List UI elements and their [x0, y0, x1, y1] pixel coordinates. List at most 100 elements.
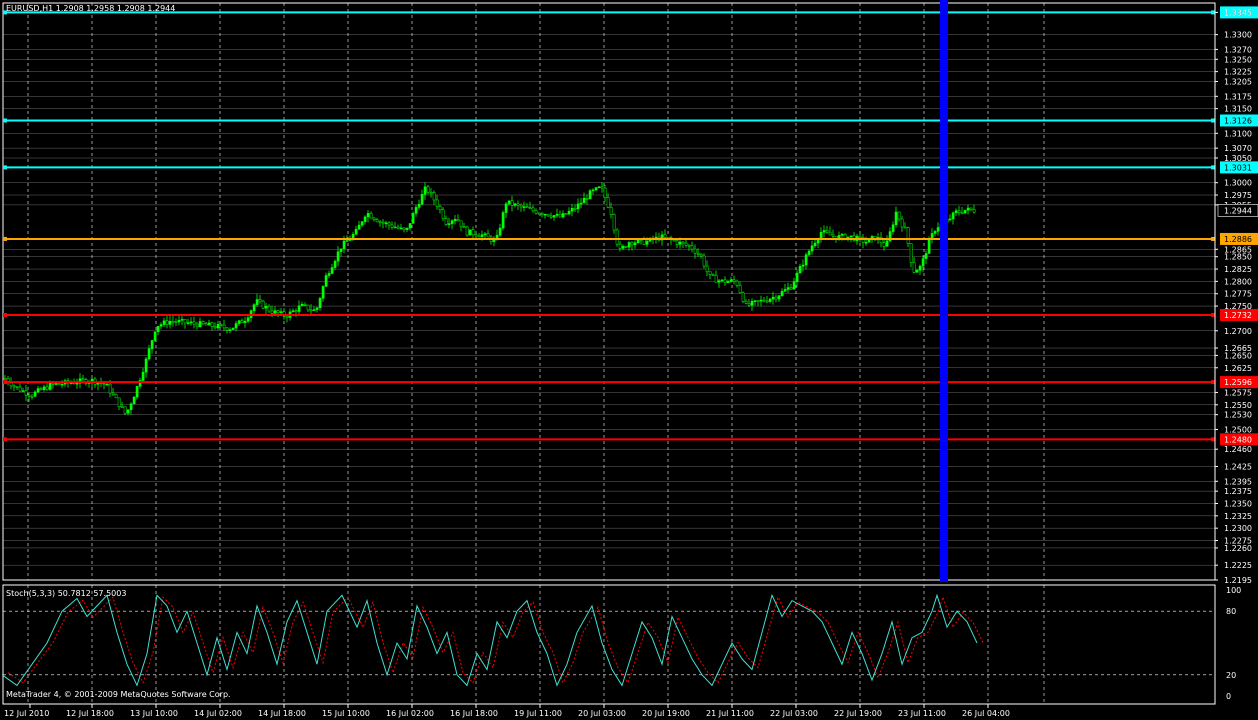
- candle-body: [297, 305, 301, 312]
- candle-body: [522, 206, 526, 208]
- candle-body: [714, 275, 718, 283]
- candle-body: [375, 219, 379, 223]
- candle-body: [3, 378, 7, 380]
- candle-body: [171, 320, 175, 323]
- price-tick-label: 1.2550: [1224, 401, 1252, 410]
- price-tick-label: 1.2800: [1224, 277, 1252, 286]
- candle-body: [588, 190, 592, 200]
- candle-body: [612, 214, 616, 231]
- time-tick-label: 16 Jul 18:00: [450, 709, 498, 718]
- candle-body: [225, 327, 229, 331]
- candle-body: [39, 388, 43, 390]
- candle-body: [132, 396, 136, 405]
- candle-body: [534, 210, 538, 214]
- price-tick-label: 1.2975: [1224, 191, 1252, 200]
- candle-body: [42, 386, 46, 390]
- main-frame: [2, 2, 1216, 581]
- candle-body: [636, 239, 640, 244]
- hline-handle-right: [1211, 312, 1215, 317]
- candle-body: [462, 226, 466, 229]
- candle-body: [810, 245, 814, 252]
- candle-body: [324, 275, 328, 287]
- price-grid: [2, 2, 1216, 581]
- candle-body: [747, 303, 751, 306]
- price-tick-label: 1.2375: [1224, 487, 1252, 496]
- candle-body: [15, 386, 19, 388]
- hline-handle-left: [3, 312, 7, 317]
- candle-body: [81, 378, 85, 380]
- candle-body: [261, 300, 265, 309]
- candle-body: [438, 206, 442, 211]
- candle-body: [426, 186, 430, 193]
- price-tick-label: 1.2260: [1224, 544, 1252, 553]
- candle-body: [672, 239, 676, 242]
- candle-body: [285, 316, 289, 318]
- candle-body: [306, 304, 310, 311]
- candle-body: [597, 186, 601, 189]
- hline-price-label: 1.2596: [1224, 378, 1252, 387]
- candle-body: [141, 371, 145, 381]
- candle-body: [681, 241, 685, 244]
- candle-body: [519, 204, 523, 208]
- candle-body: [27, 394, 31, 397]
- candle-body: [735, 280, 739, 286]
- candle-body: [624, 246, 628, 248]
- candle-body: [471, 229, 475, 236]
- candle-body: [693, 248, 697, 254]
- candle-body: [516, 203, 520, 206]
- candle-body: [378, 221, 382, 224]
- time-tick-label: 23 Jul 11:00: [898, 709, 946, 718]
- candle-body: [615, 229, 619, 245]
- candle-body: [591, 189, 595, 192]
- candle-body: [594, 187, 598, 191]
- candle-body: [924, 253, 928, 259]
- candle-body: [627, 242, 631, 248]
- current-price-label: 1.2944: [1224, 206, 1252, 215]
- candle-body: [327, 273, 331, 276]
- candle-body: [756, 300, 760, 302]
- candle-body: [579, 202, 583, 205]
- candle-body: [21, 390, 25, 392]
- hline-handle-right: [1211, 236, 1215, 241]
- candle-body: [318, 298, 322, 309]
- time-tick-label: 21 Jul 11:00: [706, 709, 754, 718]
- candle-body: [738, 285, 742, 293]
- price-chart[interactable]: 1.3345 1.3126 1.3031 1.2886 1.2732 1.2596 1.24…: [0, 0, 1258, 720]
- horizontal-lines: 1.3345 1.3126 1.3031 1.2886 1.2732 1.2596 1.24…: [3, 6, 1258, 446]
- candle-body: [258, 299, 262, 302]
- candle-body: [927, 238, 931, 254]
- price-tick-label: 1.2425: [1224, 462, 1252, 471]
- candle-body: [228, 329, 232, 331]
- candle-body: [753, 300, 757, 302]
- candle-body: [201, 321, 205, 325]
- candle-body: [135, 386, 139, 398]
- stoch-level-label: 100: [1226, 586, 1241, 595]
- candle-body: [960, 212, 964, 214]
- candle-body: [300, 303, 304, 307]
- candle-body: [75, 382, 79, 385]
- candle-body: [222, 324, 226, 329]
- candle-body: [363, 216, 367, 222]
- candle-body: [882, 242, 886, 247]
- time-tick-label: 22 Jul 03:00: [770, 709, 818, 718]
- candle-body: [342, 240, 346, 250]
- candle-body: [150, 340, 154, 349]
- candle-body: [273, 310, 277, 314]
- candle-body: [237, 320, 241, 324]
- candle-body: [153, 331, 157, 341]
- candle-body: [366, 213, 370, 218]
- candle-body: [531, 207, 535, 211]
- candle-body: [411, 213, 415, 224]
- price-tick-label: 1.3100: [1224, 129, 1252, 138]
- candle-body: [690, 245, 694, 250]
- candle-body: [906, 227, 910, 244]
- candle-body: [321, 286, 325, 299]
- candle-body: [708, 271, 712, 275]
- candle-body: [552, 215, 556, 218]
- candle-body: [912, 262, 916, 273]
- time-axis: 12 Jul 2010 12 Jul 18:00 13 Jul 10:00 14 Ju…: [4, 704, 1010, 718]
- stoch-level-label: 0: [1226, 692, 1231, 701]
- price-tick-label: 1.2395: [1224, 477, 1252, 486]
- candle-body: [468, 229, 472, 236]
- candle-body: [453, 219, 457, 221]
